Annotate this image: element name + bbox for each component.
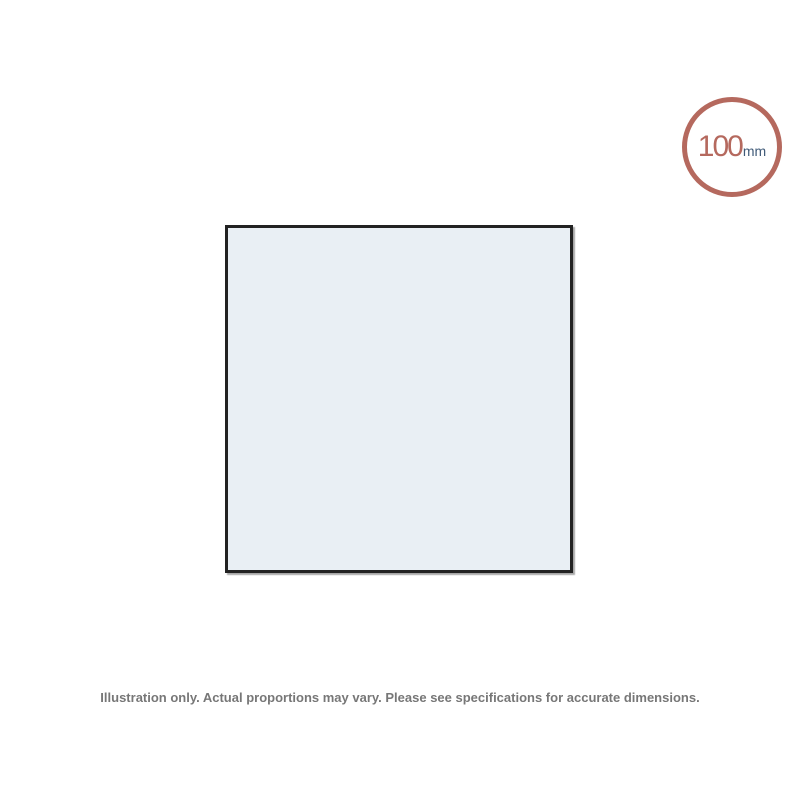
size-badge: 100 mm	[682, 97, 782, 197]
size-unit: mm	[742, 143, 767, 159]
disclaimer-text: Illustration only. Actual proportions ma…	[100, 690, 700, 705]
illustration-canvas: 100 mm Illustration only. Actual proport…	[0, 0, 800, 800]
size-value: 100	[697, 130, 744, 163]
product-square-illustration	[225, 225, 573, 573]
